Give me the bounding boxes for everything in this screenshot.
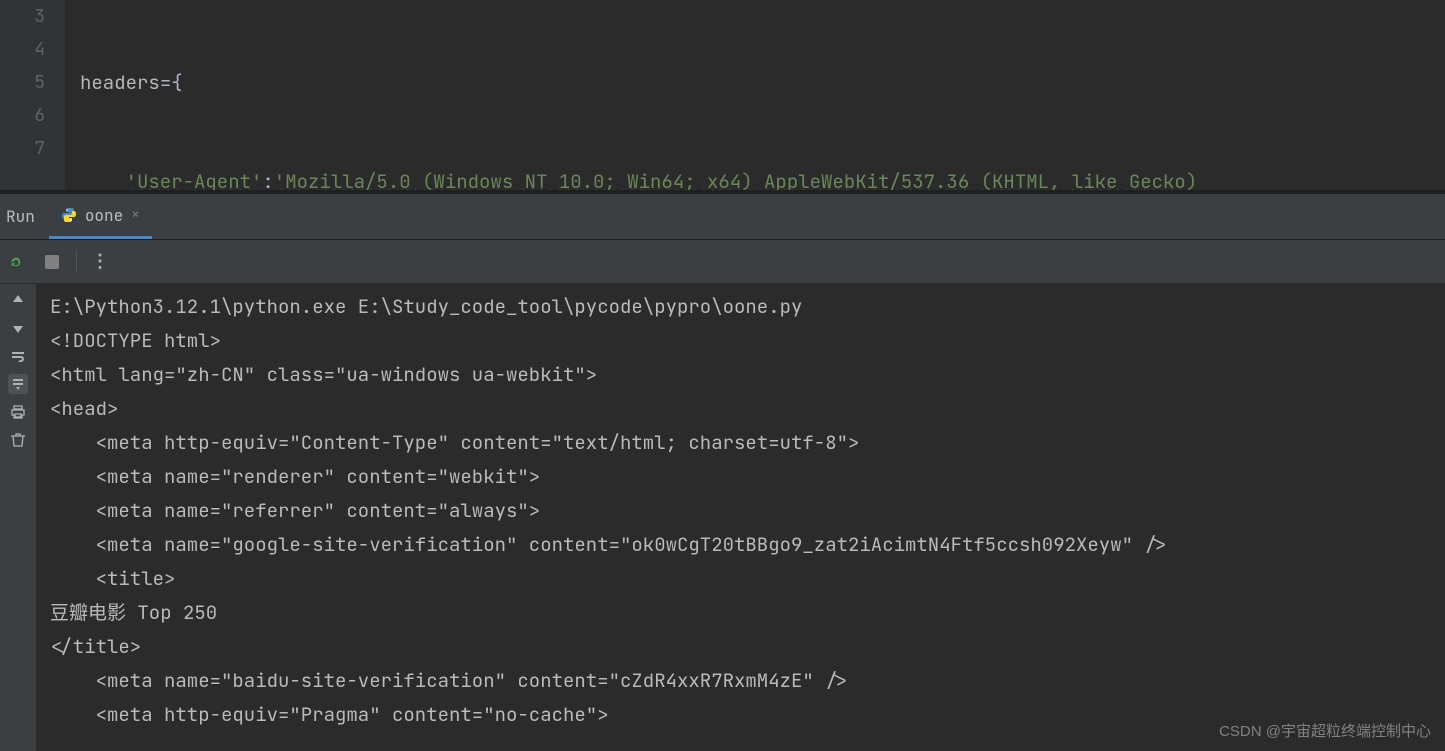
run-tab-name: oone	[85, 205, 123, 226]
line-number: 3	[0, 0, 45, 33]
string-value: 'Mozilla/5.0 (Windows NT 10.0; Win64; x6…	[274, 169, 1197, 190]
console-line: <meta name="referrer" content="always">	[50, 494, 1431, 528]
scroll-to-end-button[interactable]	[8, 374, 28, 394]
console-line: <title>	[50, 562, 1431, 596]
code-content[interactable]: headers={ 'User-Agent':'Mozilla/5.0 (Win…	[65, 0, 1445, 190]
string-key: 'User-Agent'	[126, 169, 263, 190]
code-editor[interactable]: 3 4 5 6 7 headers={ 'User-Agent':'Mozill…	[0, 0, 1445, 190]
step-down-button[interactable]	[8, 318, 28, 338]
operator: ={	[160, 70, 183, 95]
more-actions-button[interactable]: ⋮	[89, 250, 113, 274]
code-line[interactable]: headers={	[80, 66, 1445, 99]
step-up-button[interactable]	[8, 290, 28, 310]
stop-button[interactable]	[40, 250, 64, 274]
console-gutter	[0, 284, 36, 751]
code-line[interactable]: 'User-Agent':'Mozilla/5.0 (Windows NT 10…	[80, 165, 1445, 190]
console-line: </title>	[50, 630, 1431, 664]
console-line: E:\Python3.12.1\python.exe E:\Study_code…	[50, 290, 1431, 324]
run-panel-label[interactable]: Run	[0, 206, 49, 227]
console-line: <head>	[50, 392, 1431, 426]
colon: :	[262, 169, 273, 190]
console-output[interactable]: E:\Python3.12.1\python.exe E:\Study_code…	[36, 284, 1445, 751]
run-toolbar: ⋮	[0, 240, 1445, 284]
console-line: 豆瓣电影 Top 250	[50, 596, 1431, 630]
line-number: 6	[0, 99, 45, 132]
run-tab[interactable]: oone ×	[49, 194, 152, 239]
line-number-gutter: 3 4 5 6 7	[0, 0, 65, 190]
console-line: <meta name="google-site-verification" co…	[50, 528, 1431, 562]
run-panel-header: Run oone ×	[0, 194, 1445, 240]
toolbar-divider	[76, 252, 77, 272]
line-number: 7	[0, 132, 45, 165]
console-panel: E:\Python3.12.1\python.exe E:\Study_code…	[0, 284, 1445, 751]
python-icon	[61, 207, 77, 223]
variable: headers	[80, 70, 160, 95]
stop-icon	[45, 255, 59, 269]
console-line: <meta name="baidu-site-verification" con…	[50, 664, 1431, 698]
console-line: <meta name="renderer" content="webkit">	[50, 460, 1431, 494]
soft-wrap-button[interactable]	[8, 346, 28, 366]
line-number: 5	[0, 66, 45, 99]
console-line: <!DOCTYPE html>	[50, 324, 1431, 358]
close-icon[interactable]: ×	[131, 206, 139, 224]
console-line: <html lang="zh-CN" class="ua-windows ua-…	[50, 358, 1431, 392]
watermark: CSDN @宇宙超粒终端控制中心	[1219, 720, 1431, 741]
console-line: <meta http-equiv="Content-Type" content=…	[50, 426, 1431, 460]
rerun-button[interactable]	[4, 250, 28, 274]
line-number: 4	[0, 33, 45, 66]
delete-button[interactable]	[8, 430, 28, 450]
print-button[interactable]	[8, 402, 28, 422]
